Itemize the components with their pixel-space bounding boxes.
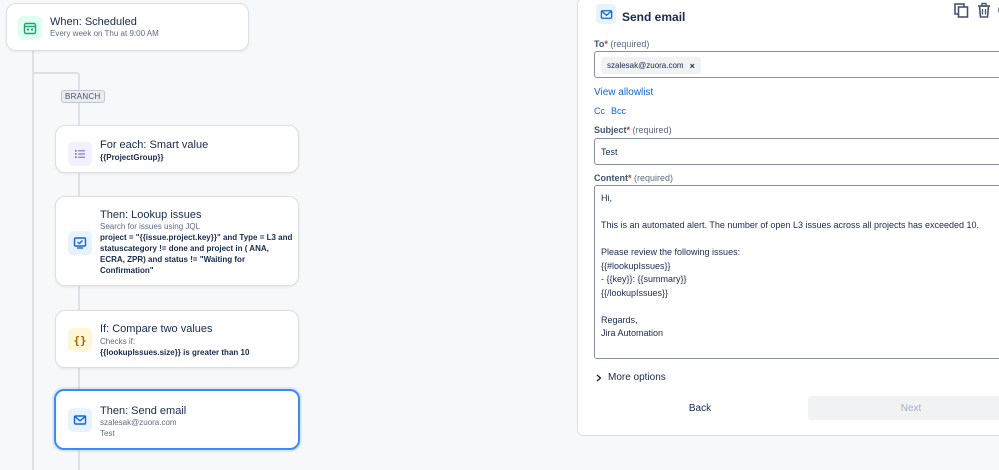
send-email-panel: Send email To* (required) szalesak@zuora… bbox=[577, 0, 999, 436]
more-options-toggle[interactable]: More options bbox=[596, 372, 666, 383]
subject-label: Subject* (required) bbox=[594, 125, 672, 135]
branch-badge: BRANCH bbox=[61, 90, 105, 103]
step-for-each[interactable]: For each: Smart value {{ProjectGroup}} bbox=[55, 125, 299, 173]
step-subtitle: Checks if: bbox=[100, 337, 136, 346]
to-label: To* (required) bbox=[594, 39, 650, 49]
bcc-link[interactable]: Bcc bbox=[611, 106, 626, 116]
jql-line: ECRA, ZPR) and status != "Waiting for bbox=[100, 255, 246, 264]
recipient-chip-label: szalesak@zuora.com bbox=[607, 61, 684, 70]
back-button[interactable]: Back bbox=[600, 396, 800, 420]
step-lookup-issues[interactable]: Then: Lookup issues Search for issues us… bbox=[55, 196, 299, 286]
to-field[interactable]: szalesak@zuora.com × bbox=[594, 51, 999, 78]
step-detail: {{lookupIssues.size}} is greater than 10 bbox=[100, 348, 250, 357]
jql-line: Confirmation" bbox=[100, 266, 154, 275]
content-value: Hi, This is an automated alert. The numb… bbox=[601, 193, 980, 338]
subject-field[interactable]: Test bbox=[594, 138, 999, 165]
step-detail: Test bbox=[100, 429, 115, 438]
rule-canvas: When: Scheduled Every week on Thu at 9:0… bbox=[0, 0, 560, 470]
step-compare-values[interactable]: {} If: Compare two values Checks if: {{l… bbox=[55, 310, 299, 368]
panel-title: Send email bbox=[622, 10, 686, 24]
braces-icon: {} bbox=[68, 328, 92, 352]
mail-icon bbox=[596, 4, 616, 24]
step-title: If: Compare two values bbox=[100, 323, 213, 335]
remove-recipient-icon[interactable]: × bbox=[690, 61, 695, 71]
jql-line: statuscategory != done and project in ( … bbox=[100, 244, 269, 253]
content-textarea[interactable]: Hi, This is an automated alert. The numb… bbox=[594, 185, 999, 359]
branch-connector bbox=[32, 72, 78, 74]
next-button[interactable]: Next bbox=[808, 396, 999, 420]
list-icon bbox=[68, 142, 92, 166]
trash-icon[interactable] bbox=[976, 2, 992, 18]
chevron-right-icon bbox=[596, 373, 602, 382]
flow-line bbox=[32, 50, 34, 470]
step-subtitle: szalesak@zuora.com bbox=[100, 418, 177, 427]
content-label: Content* (required) bbox=[594, 173, 674, 183]
jql-line: project = "{{issue.project.key}}" and Ty… bbox=[100, 233, 293, 242]
cc-link[interactable]: Cc bbox=[594, 106, 605, 116]
recipient-chip: szalesak@zuora.com × bbox=[601, 57, 701, 74]
duplicate-icon[interactable] bbox=[953, 2, 969, 18]
view-allowlist-link[interactable]: View allowlist bbox=[594, 87, 653, 98]
trigger-title: When: Scheduled bbox=[50, 16, 137, 28]
trigger-card[interactable]: When: Scheduled Every week on Thu at 9:0… bbox=[6, 3, 249, 51]
step-title: Then: Lookup issues bbox=[100, 209, 202, 221]
step-title: For each: Smart value bbox=[100, 139, 209, 151]
step-detail: {{ProjectGroup}} bbox=[100, 153, 164, 162]
subject-value: Test bbox=[601, 147, 618, 157]
step-title: Then: Send email bbox=[100, 405, 187, 417]
calendar-icon bbox=[18, 16, 42, 40]
step-send-email[interactable]: Then: Send email szalesak@zuora.com Test bbox=[54, 389, 300, 450]
monitor-search-icon bbox=[68, 231, 92, 255]
step-subtitle: Search for issues using JQL bbox=[100, 222, 201, 231]
mail-icon bbox=[68, 408, 92, 432]
trigger-subtitle: Every week on Thu at 9:00 AM bbox=[50, 29, 159, 38]
more-options-label: More options bbox=[608, 372, 666, 383]
